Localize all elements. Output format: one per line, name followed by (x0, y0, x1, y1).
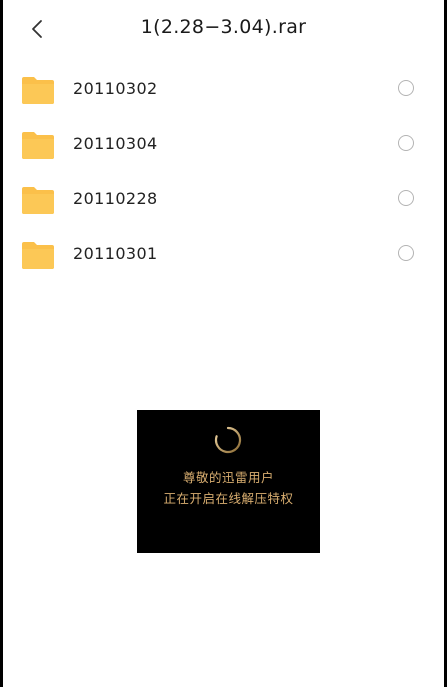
loading-spinner-icon (214, 426, 242, 454)
toast-status: 正在开启在线解压特权 (163, 491, 294, 506)
loading-toast: 尊敬的迅雷用户 正在开启在线解压特权 (137, 410, 320, 553)
folder-icon (22, 132, 54, 159)
list-item[interactable]: 20110228 (3, 173, 444, 228)
select-radio[interactable] (398, 245, 414, 261)
file-name: 20110304 (73, 134, 158, 153)
chevron-left-icon (32, 20, 42, 38)
list-item[interactable]: 20110301 (3, 228, 444, 283)
file-name: 20110228 (73, 189, 158, 208)
back-button[interactable] (23, 14, 53, 44)
app-screen: 1(2.28−3.04).rar 20110302 20110304 20110 (3, 0, 444, 687)
select-radio[interactable] (398, 80, 414, 96)
header-bar: 1(2.28−3.04).rar (3, 0, 444, 58)
list-item[interactable]: 20110304 (3, 118, 444, 173)
select-radio[interactable] (398, 190, 414, 206)
select-radio[interactable] (398, 135, 414, 151)
file-name: 20110301 (73, 244, 158, 263)
file-list: 20110302 20110304 20110228 20110301 (3, 63, 444, 283)
toast-greeting: 尊敬的迅雷用户 (182, 470, 274, 485)
folder-icon (22, 187, 54, 214)
list-item[interactable]: 20110302 (3, 63, 444, 118)
folder-icon (22, 77, 54, 104)
file-name: 20110302 (73, 79, 158, 98)
folder-icon (22, 242, 54, 269)
page-title: 1(2.28−3.04).rar (140, 16, 307, 38)
